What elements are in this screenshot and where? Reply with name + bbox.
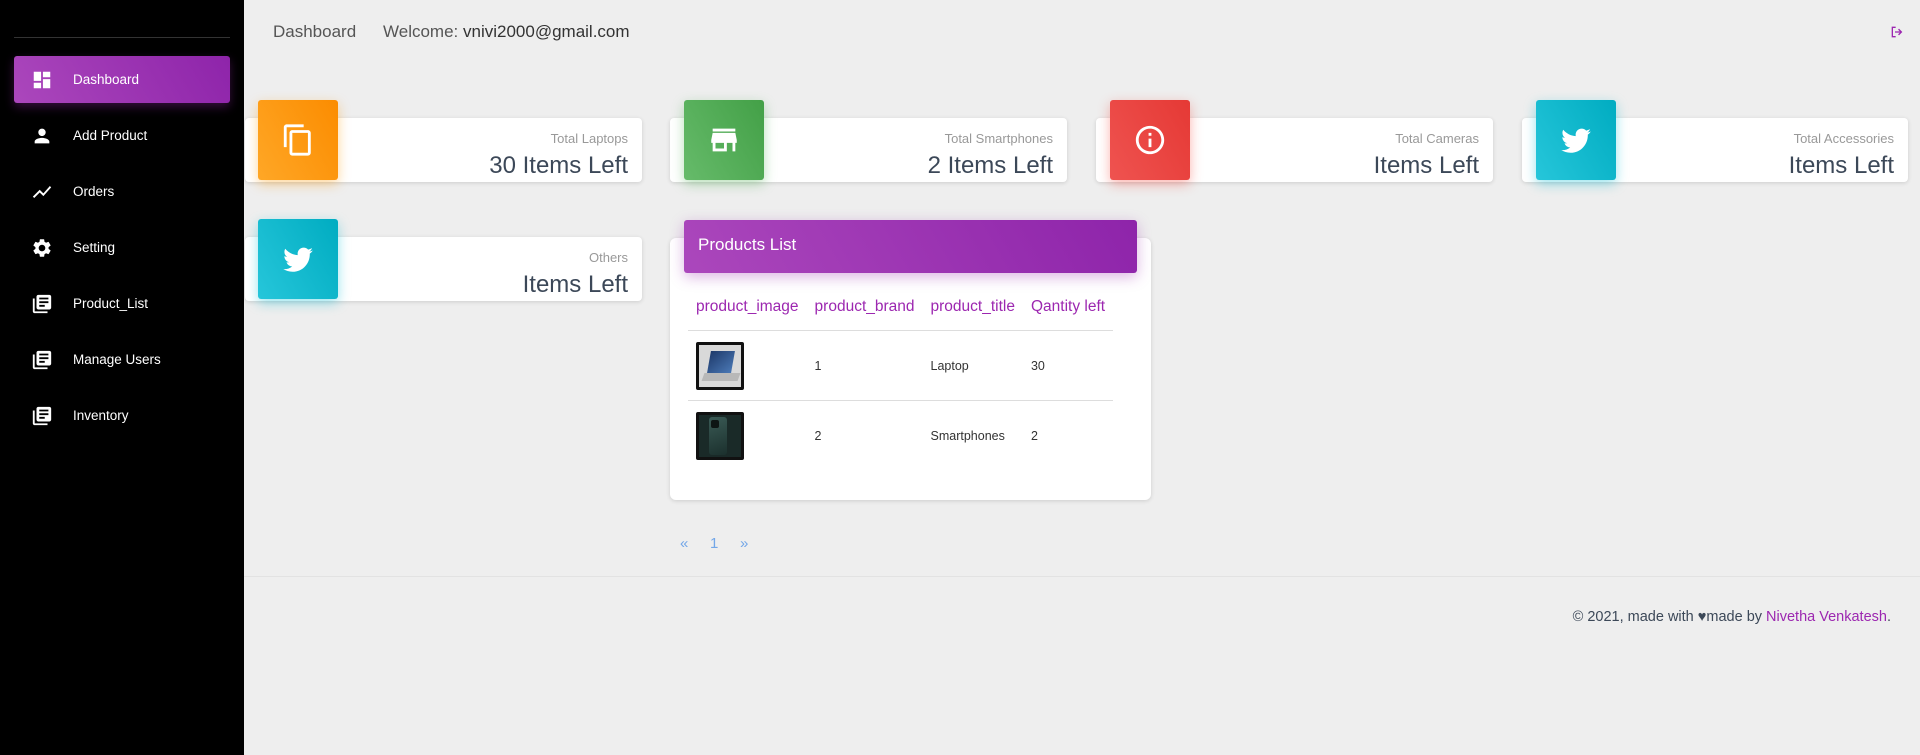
stat-value: Items Left	[522, 271, 628, 298]
sidebar-item-label: Manage Users	[73, 352, 161, 367]
stat-value: 30 Items Left	[489, 152, 628, 179]
author-link[interactable]: Nivetha Venkatesh	[1766, 609, 1887, 625]
gear-icon	[30, 236, 54, 260]
sidebar-item-label: Product_List	[73, 296, 149, 311]
column-header: Qantity left	[1022, 290, 1114, 331]
navbar-brand[interactable]: Dashboard	[273, 22, 356, 42]
footer-divider	[244, 576, 1920, 577]
pagination-page-1[interactable]: 1	[710, 535, 718, 552]
table-row: 2 Smartphones 2	[688, 401, 1113, 471]
sidebar: Dashboard Add Product Orders Setting Pro…	[0, 0, 244, 755]
copy-icon	[283, 124, 311, 156]
person-icon	[30, 124, 54, 148]
library-books-icon	[30, 404, 54, 428]
column-header: product_image	[688, 290, 807, 331]
product-title: Laptop	[922, 330, 1023, 401]
timeline-icon	[30, 180, 54, 204]
sidebar-item-label: Orders	[73, 184, 115, 199]
pagination-next[interactable]: »	[740, 535, 748, 552]
sidebar-divider	[14, 37, 230, 38]
sidebar-item-label: Add Product	[73, 128, 148, 143]
sidebar-item-label: Dashboard	[73, 72, 140, 87]
info-icon	[1135, 125, 1165, 155]
sidebar-item-product-list[interactable]: Product_List	[14, 280, 230, 327]
sidebar-item-label: Inventory	[73, 408, 129, 423]
stat-value: Items Left	[1373, 152, 1479, 179]
logout-icon[interactable]	[1889, 24, 1905, 40]
stat-category: Total Laptops	[550, 131, 628, 146]
product-quantity: 30	[1022, 330, 1114, 401]
sidebar-item-inventory[interactable]: Inventory	[14, 392, 230, 439]
laptop-thumbnail	[696, 341, 744, 390]
dashboard-icon	[30, 68, 54, 92]
products-card-title: Products List	[684, 220, 1137, 273]
welcome-label: Welcome:	[383, 22, 459, 41]
stat-category: Others	[588, 250, 628, 265]
sidebar-item-label: Setting	[73, 240, 116, 255]
sidebar-item-orders[interactable]: Orders	[14, 168, 230, 215]
product-title: Smartphones	[930, 428, 1005, 443]
library-books-icon	[30, 348, 54, 372]
stat-category: Total Accessories	[1793, 131, 1894, 146]
products-table: product_image product_brand product_titl…	[688, 290, 1114, 471]
table-header-row: product_image product_brand product_titl…	[688, 290, 1114, 331]
product-quantity: 2	[1030, 428, 1038, 443]
welcome-message: Welcome: vnivi2000@gmail.com	[383, 22, 630, 42]
column-header: product_title	[922, 290, 1023, 331]
stat-icon-box	[684, 100, 764, 180]
column-header: product_brand	[806, 290, 923, 331]
smartphone-thumbnail	[696, 411, 744, 460]
stat-category: Total Cameras	[1395, 131, 1479, 146]
stat-icon-box	[258, 100, 338, 180]
footer-prefix: © 2021, made with	[1572, 609, 1694, 625]
library-books-icon	[30, 292, 54, 316]
footer-made-by: made by	[1706, 609, 1763, 625]
user-email: vnivi2000@gmail.com	[463, 22, 630, 41]
sidebar-item-setting[interactable]: Setting	[14, 224, 230, 271]
stat-icon-box	[258, 219, 338, 299]
stat-value: Items Left	[1788, 152, 1894, 179]
twitter-icon	[1561, 128, 1591, 153]
product-brand: 1	[806, 330, 923, 401]
pagination-prev[interactable]: «	[680, 535, 688, 552]
twitter-icon	[283, 247, 313, 272]
sidebar-item-dashboard[interactable]: Dashboard	[14, 56, 230, 103]
stat-value: 2 Items Left	[927, 152, 1053, 179]
sidebar-item-add-product[interactable]: Add Product	[14, 112, 230, 159]
table-row: 1 Laptop 30	[688, 330, 1114, 401]
stat-icon-box	[1110, 100, 1190, 180]
footer-copyright: © 2021, made with ♥made by Nivetha Venka…	[1573, 609, 1891, 625]
sidebar-item-manage-users[interactable]: Manage Users	[14, 336, 230, 383]
product-brand: 2	[814, 428, 822, 443]
store-icon	[711, 128, 737, 152]
stat-category: Total Smartphones	[944, 131, 1053, 146]
footer-suffix: .	[1886, 609, 1891, 625]
stat-icon-box	[1536, 100, 1616, 180]
